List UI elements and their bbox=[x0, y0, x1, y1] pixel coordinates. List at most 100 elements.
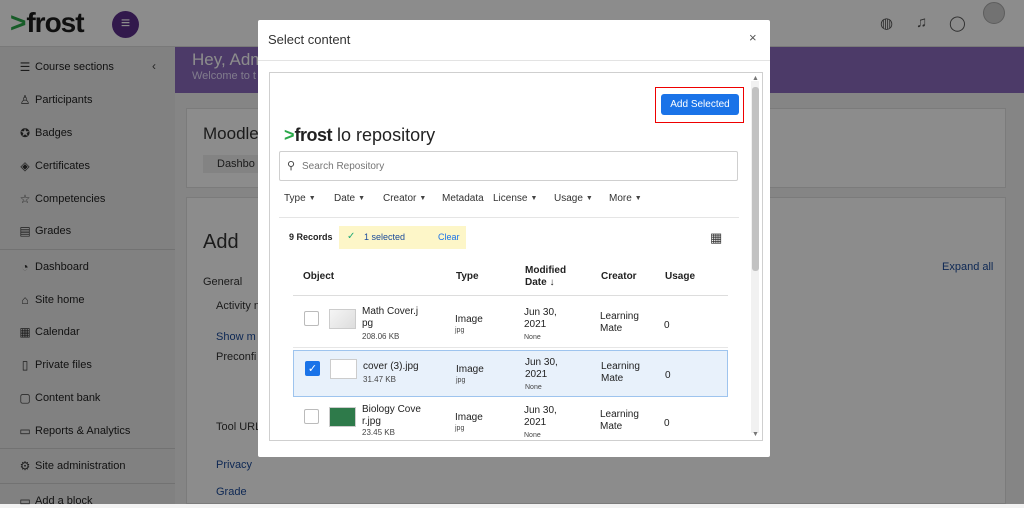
object-size: 23.45 KB bbox=[362, 428, 395, 437]
caret-down-icon: ▼ bbox=[634, 195, 642, 202]
object-type: Image bbox=[455, 412, 483, 423]
modal-title: Select content bbox=[268, 32, 351, 47]
creator-name: Learning Mate bbox=[600, 311, 639, 335]
thumbnail-image bbox=[330, 359, 357, 379]
object-name: Math Cover.j pg bbox=[362, 306, 427, 330]
object-size: 208.06 KB bbox=[362, 332, 400, 341]
search-box[interactable]: ⚲ bbox=[279, 151, 738, 181]
date-line-1: Jun 30, bbox=[524, 307, 557, 318]
object-name: cover (3).jpg bbox=[363, 361, 419, 372]
object-type: Image bbox=[456, 364, 484, 375]
records-count: 9 Records bbox=[289, 232, 333, 242]
header-divider bbox=[293, 295, 728, 296]
search-icon: ⚲ bbox=[287, 160, 296, 172]
name-line-2: pg bbox=[362, 318, 374, 329]
name-line-2: r.jpg bbox=[362, 416, 381, 427]
column-header-creator[interactable]: Creator bbox=[601, 271, 637, 283]
filter-label: License bbox=[493, 193, 528, 204]
check-icon: ✓ bbox=[347, 231, 356, 242]
clear-selection-link[interactable]: Clear bbox=[438, 232, 460, 242]
header-line-2: Date ↓ bbox=[525, 277, 555, 288]
filter-more[interactable]: More ▼ bbox=[609, 193, 642, 204]
date-sub: None bbox=[524, 432, 541, 439]
filter-label: Metadata bbox=[442, 193, 484, 204]
search-input[interactable] bbox=[302, 158, 722, 174]
date-line-2: 2021 bbox=[525, 369, 548, 380]
filter-metadata[interactable]: Metadata bbox=[442, 193, 484, 204]
select-content-modal: Select content × Add Selected >frost lo … bbox=[258, 20, 770, 457]
row-checkbox[interactable] bbox=[304, 409, 319, 424]
repo-suffix: lo repository bbox=[337, 125, 436, 145]
filter-date[interactable]: Date ▼ bbox=[334, 193, 365, 204]
object-subtype: jpg bbox=[455, 327, 465, 334]
date-line-2: 2021 bbox=[524, 417, 547, 428]
filter-divider bbox=[279, 217, 739, 218]
creator-line-1: Learning bbox=[601, 361, 640, 372]
filter-type[interactable]: Type ▼ bbox=[284, 193, 316, 204]
column-header-type[interactable]: Type bbox=[456, 271, 479, 283]
date-line-1: Jun 30, bbox=[524, 405, 557, 416]
filter-label: Usage bbox=[554, 193, 583, 204]
object-type: Image bbox=[455, 314, 483, 325]
date-line-2: 2021 bbox=[524, 319, 547, 330]
caret-down-icon: ▼ bbox=[358, 195, 366, 202]
table-row-selected[interactable]: ✓ cover (3).jpg 31.47 KB Image jpg Jun 3… bbox=[293, 350, 728, 397]
creator-line-2: Mate bbox=[600, 323, 623, 334]
frost-repository-logo: >frost lo repository bbox=[284, 125, 435, 146]
table-row[interactable]: Biology Cove r.jpg 23.45 KB Image jpg Jun… bbox=[293, 399, 728, 440]
modal-divider bbox=[258, 60, 770, 61]
logo-chevron-icon: > bbox=[284, 125, 295, 145]
repository-frame: Add Selected >frost lo repository ⚲ Type… bbox=[269, 72, 763, 441]
grid-view-icon[interactable]: ▦ bbox=[710, 230, 722, 246]
name-line-1: Biology Cove bbox=[362, 404, 421, 415]
filter-label: Creator bbox=[383, 193, 417, 204]
add-selected-button[interactable]: Add Selected bbox=[661, 94, 739, 115]
creator-line-2: Mate bbox=[601, 373, 624, 384]
row-checkbox[interactable] bbox=[304, 311, 319, 326]
object-subtype: jpg bbox=[456, 377, 466, 384]
row-checkbox-checked[interactable]: ✓ bbox=[305, 361, 320, 376]
object-size: 31.47 KB bbox=[363, 375, 396, 384]
caret-down-icon: ▼ bbox=[585, 195, 593, 202]
column-header-usage[interactable]: Usage bbox=[665, 271, 695, 283]
filter-creator[interactable]: Creator ▼ bbox=[383, 193, 426, 204]
creator-line-1: Learning bbox=[600, 311, 639, 322]
caret-down-icon: ▼ bbox=[530, 195, 538, 202]
object-subtype: jpg bbox=[455, 425, 465, 432]
caret-down-icon: ▼ bbox=[419, 195, 427, 202]
creator-line-1: Learning bbox=[600, 409, 639, 420]
thumbnail-image bbox=[329, 309, 356, 329]
caret-down-icon: ▼ bbox=[308, 195, 316, 202]
object-name: Biology Cove r.jpg bbox=[362, 404, 427, 428]
table-row[interactable]: Math Cover.j pg 208.06 KB Image jpg Jun 3… bbox=[293, 301, 728, 348]
date-sub: None bbox=[525, 384, 542, 391]
creator-name: Learning Mate bbox=[600, 409, 639, 433]
usage-count: 0 bbox=[664, 320, 670, 331]
filter-label: Type bbox=[284, 193, 306, 204]
date-line-1: Jun 30, bbox=[525, 357, 558, 368]
creator-line-2: Mate bbox=[600, 421, 623, 432]
close-icon[interactable]: × bbox=[749, 30, 757, 45]
selection-pill: ✓ 1 selected Clear bbox=[339, 226, 466, 249]
scroll-up-icon[interactable]: ▲ bbox=[752, 75, 759, 82]
filter-label: More bbox=[609, 193, 632, 204]
filter-usage[interactable]: Usage ▼ bbox=[554, 193, 593, 204]
modified-date: Jun 30, 2021 bbox=[525, 357, 558, 381]
modified-date: Jun 30, 2021 bbox=[524, 307, 557, 331]
repo-brand: frost bbox=[294, 125, 333, 145]
creator-name: Learning Mate bbox=[601, 361, 640, 385]
modified-date: Jun 30, 2021 bbox=[524, 405, 557, 429]
column-header-object[interactable]: Object bbox=[303, 271, 334, 283]
scroll-down-icon[interactable]: ▼ bbox=[752, 431, 759, 438]
scrollbar-thumb[interactable] bbox=[752, 87, 759, 271]
name-line-1: Math Cover.j bbox=[362, 306, 419, 317]
usage-count: 0 bbox=[664, 418, 670, 429]
selected-count: 1 selected bbox=[364, 232, 406, 242]
column-header-modified[interactable]: Modified Date ↓ bbox=[525, 265, 566, 289]
thumbnail-image bbox=[329, 407, 356, 427]
header-line-1: Modified bbox=[525, 265, 567, 276]
date-sub: None bbox=[524, 334, 541, 341]
filter-license[interactable]: License ▼ bbox=[493, 193, 537, 204]
filter-bar: Type ▼ Date ▼ Creator ▼ Metadata License ▼ U… bbox=[284, 193, 744, 207]
filter-label: Date bbox=[334, 193, 356, 204]
